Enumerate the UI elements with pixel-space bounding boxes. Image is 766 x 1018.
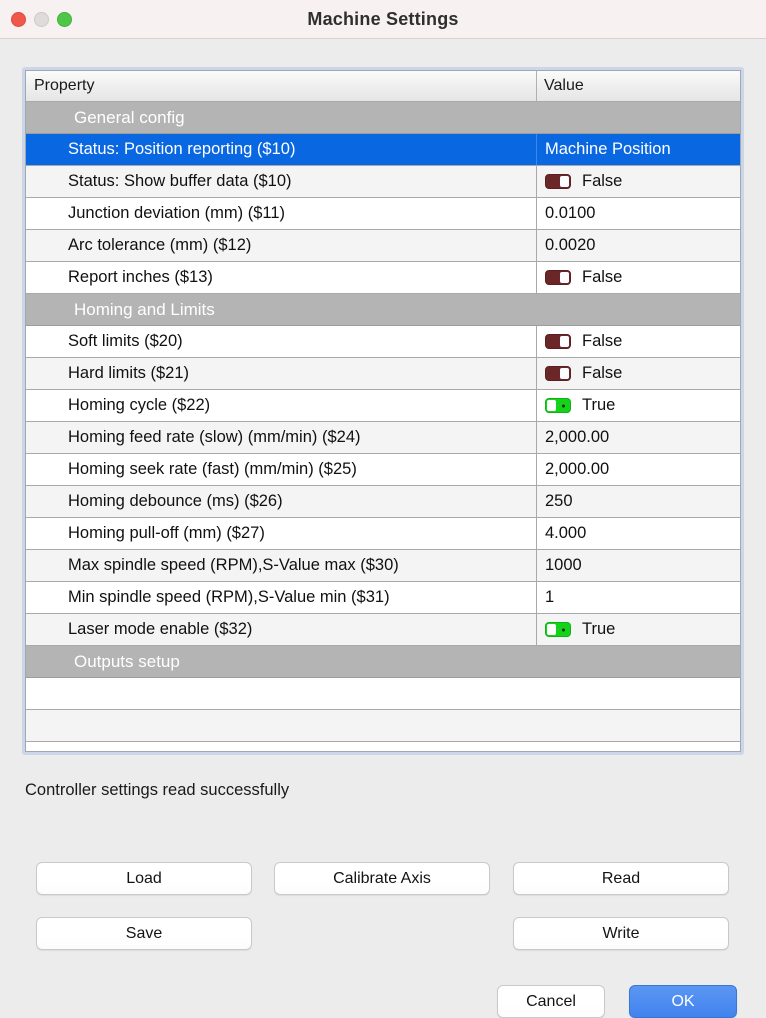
table-row-empty[interactable] (26, 710, 740, 742)
toggle-off-icon[interactable] (545, 270, 571, 285)
value-cell[interactable]: True (536, 614, 740, 645)
value-label: False (582, 268, 623, 286)
close-button-icon[interactable] (11, 11, 26, 27)
value-cell[interactable]: 250 (536, 486, 740, 517)
toggle-on-icon[interactable] (545, 398, 571, 413)
value-label: True (582, 620, 616, 638)
settings-table-inner: Property Value General config Status: Pos… (25, 70, 741, 752)
window-titlebar: Machine Settings (0, 0, 766, 39)
table-header-row: Property Value (26, 71, 740, 102)
table-row[interactable]: Homing pull-off (mm) ($27) 4.000 (26, 518, 740, 550)
value-cell[interactable]: 4.000 (536, 518, 740, 549)
value-cell[interactable]: 2,000.00 (536, 422, 740, 453)
column-header-value[interactable]: Value (536, 71, 740, 101)
cancel-button[interactable]: Cancel (497, 985, 605, 1018)
property-cell: Status: Position reporting ($10) (68, 140, 296, 158)
table-row[interactable]: Report inches ($13) False (26, 262, 740, 294)
property-cell (26, 710, 536, 741)
property-cell: Junction deviation (mm) ($11) (68, 204, 286, 222)
value-cell (536, 102, 740, 133)
table-row[interactable]: Homing cycle ($22) True (26, 390, 740, 422)
table-row[interactable]: Laser mode enable ($32) True (26, 614, 740, 646)
table-row[interactable]: Soft limits ($20) False (26, 326, 740, 358)
value-cell[interactable]: 1000 (536, 550, 740, 581)
value-cell[interactable]: True (536, 390, 740, 421)
table-row[interactable]: Status: Position reporting ($10) Machine … (26, 134, 740, 166)
table-row[interactable]: Min spindle speed (RPM),S-Value min ($31… (26, 582, 740, 614)
write-button[interactable]: Write (513, 917, 729, 950)
group-label: Outputs setup (74, 651, 180, 671)
property-cell: Arc tolerance (mm) ($12) (68, 236, 252, 254)
read-button[interactable]: Read (513, 862, 729, 895)
value-cell[interactable]: False (536, 326, 740, 357)
column-header-property[interactable]: Property (26, 71, 536, 101)
value-cell[interactable]: False (536, 358, 740, 389)
settings-table[interactable]: Property Value General config Status: Pos… (22, 67, 744, 755)
minimize-button-icon[interactable] (34, 11, 49, 27)
value-cell[interactable]: False (536, 166, 740, 197)
property-cell: Homing debounce (ms) ($26) (68, 492, 283, 510)
table-row[interactable]: Homing feed rate (slow) (mm/min) ($24) 2,… (26, 422, 740, 454)
property-cell: Homing pull-off (mm) ($27) (68, 524, 265, 542)
window-controls (11, 11, 72, 27)
table-row-empty[interactable] (26, 678, 740, 710)
table-row[interactable]: Arc tolerance (mm) ($12) 0.0020 (26, 230, 740, 262)
table-body: General config Status: Position reporting… (26, 102, 740, 751)
group-label: General config (74, 107, 185, 127)
value-cell[interactable]: 1 (536, 582, 740, 613)
property-cell: Hard limits ($21) (68, 364, 190, 382)
save-button[interactable]: Save (36, 917, 252, 950)
calibrate-axis-button[interactable]: Calibrate Axis (274, 862, 490, 895)
property-cell: Status: Show buffer data ($10) (68, 172, 292, 190)
load-button[interactable]: Load (36, 862, 252, 895)
property-cell: Max spindle speed (RPM),S-Value max ($30… (68, 556, 399, 574)
toggle-on-icon[interactable] (545, 622, 571, 637)
machine-settings-dialog: Property Value General config Status: Pos… (0, 39, 766, 1018)
property-cell: Laser mode enable ($32) (68, 620, 253, 638)
table-row[interactable]: Max spindle speed (RPM),S-Value max ($30… (26, 550, 740, 582)
value-cell (536, 294, 740, 325)
property-cell: Min spindle speed (RPM),S-Value min ($31… (68, 588, 390, 606)
value-cell (536, 646, 740, 677)
status-message: Controller settings read successfully (25, 781, 290, 799)
table-row[interactable]: Junction deviation (mm) ($11) 0.0100 (26, 198, 740, 230)
table-row[interactable]: Status: Show buffer data ($10) False (26, 166, 740, 198)
property-cell: Homing feed rate (slow) (mm/min) ($24) (68, 428, 361, 446)
value-cell[interactable]: Machine Position (536, 134, 740, 165)
value-cell[interactable]: False (536, 262, 740, 293)
property-cell: Soft limits ($20) (68, 332, 183, 350)
value-cell (536, 678, 740, 709)
table-group-header-row[interactable]: Homing and Limits (26, 294, 740, 326)
toggle-off-icon[interactable] (545, 366, 571, 381)
value-label: True (582, 396, 616, 414)
property-cell: Homing seek rate (fast) (mm/min) ($25) (68, 460, 357, 478)
value-label: False (582, 332, 623, 350)
group-label: Homing and Limits (74, 299, 215, 319)
toggle-off-icon[interactable] (545, 334, 571, 349)
value-cell[interactable]: 0.0020 (536, 230, 740, 261)
property-cell (26, 678, 536, 709)
zoom-button-icon[interactable] (57, 11, 72, 27)
value-cell (536, 710, 740, 741)
window-title: Machine Settings (307, 8, 459, 29)
value-cell[interactable]: 0.0100 (536, 198, 740, 229)
toggle-off-icon[interactable] (545, 174, 571, 189)
table-group-header-row[interactable]: General config (26, 102, 740, 134)
property-cell: Report inches ($13) (68, 268, 213, 286)
value-cell[interactable]: 2,000.00 (536, 454, 740, 485)
table-row[interactable]: Hard limits ($21) False (26, 358, 740, 390)
ok-button[interactable]: OK (629, 985, 737, 1018)
table-row[interactable]: Homing seek rate (fast) (mm/min) ($25) 2,… (26, 454, 740, 486)
value-label: False (582, 172, 623, 190)
value-label: False (582, 364, 623, 382)
property-cell: Homing cycle ($22) (68, 396, 211, 414)
table-group-header-row[interactable]: Outputs setup (26, 646, 740, 678)
table-row[interactable]: Homing debounce (ms) ($26) 250 (26, 486, 740, 518)
